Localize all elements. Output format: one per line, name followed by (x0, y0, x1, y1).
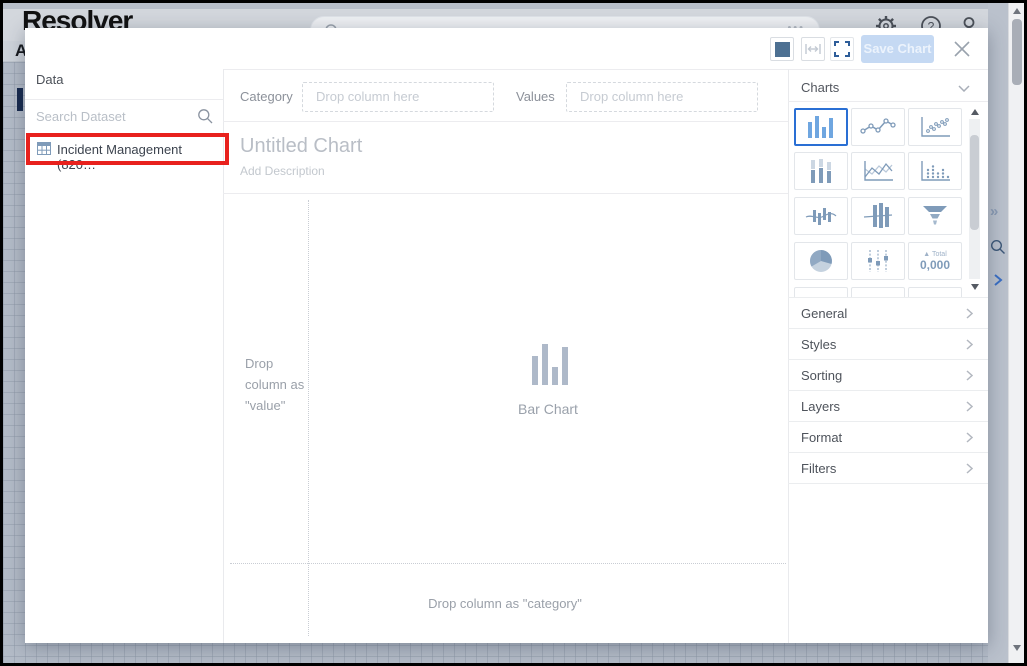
fit-width-button[interactable] (801, 37, 825, 61)
screenshot-frame: Resolver A ••• ? » Save Chart (0, 0, 1027, 666)
color-swatch-icon (774, 41, 790, 57)
page-scrollbar-thumb[interactable] (1012, 19, 1022, 85)
scroll-down-arrow[interactable] (1013, 645, 1021, 651)
section-sorting[interactable]: Sorting (788, 360, 988, 391)
tile-line-chart[interactable] (851, 108, 905, 146)
background-heading-fragment (17, 88, 23, 111)
panel-chevron-right-icon[interactable] (992, 273, 1004, 287)
section-general-label: General (801, 306, 848, 321)
tile-clipped-1[interactable] (794, 287, 848, 297)
expand-panel-icon[interactable]: » (990, 203, 998, 220)
dropzone-separator (223, 121, 788, 122)
kpi-value-label: 0,000 (919, 257, 951, 272)
tile-scatter-plot[interactable] (908, 108, 962, 146)
chevron-right-icon (966, 370, 973, 381)
values-drop-zone[interactable]: Drop column here (566, 82, 758, 112)
bar-chart-preview-label: Bar Chart (518, 401, 578, 417)
toolbar-separator (223, 69, 988, 70)
dataset-search-input[interactable]: Search Dataset (25, 104, 223, 130)
dot-column-icon (921, 161, 950, 181)
funnel-chart-icon (923, 206, 947, 225)
tile-bar-line-chart[interactable] (794, 197, 848, 235)
scatter-plot-icon (921, 117, 950, 137)
panel-search-icon[interactable] (990, 239, 1006, 255)
chevron-right-icon (966, 308, 973, 319)
chevron-right-icon (966, 463, 973, 474)
settings-accordion: General Styles Sorting Layers Format Fil… (788, 297, 988, 484)
category-label: Category (240, 89, 293, 104)
save-chart-button[interactable]: Save Chart (861, 35, 934, 63)
section-styles-label: Styles (801, 337, 837, 352)
value-drop-hint: Drop column as "value" (245, 356, 305, 413)
category-drop-hint: Drop column as "category" (428, 596, 582, 611)
page-scrollbar[interactable] (1008, 3, 1024, 663)
color-swatch-button[interactable] (770, 37, 794, 61)
tile-multi-line-chart[interactable] (851, 152, 905, 190)
multi-line-chart-icon (864, 161, 893, 181)
tile-column-line-chart[interactable] (851, 197, 905, 235)
tiles-scrollbar-thumb[interactable] (970, 135, 979, 230)
chart-title-input[interactable]: Untitled Chart (240, 135, 362, 158)
line-chart-icon (860, 118, 896, 134)
candlestick-icon (868, 250, 888, 272)
chart-tiles-grid: ▲ Total 0,000 (788, 101, 988, 297)
tile-dot-column-chart[interactable] (908, 152, 962, 190)
collapsed-side-panel: » (988, 3, 1008, 663)
scroll-up-arrow[interactable] (1013, 8, 1021, 14)
section-format-label: Format (801, 430, 843, 445)
category-drop-zone[interactable]: Drop column here (302, 82, 494, 112)
dataset-search-icon (198, 109, 213, 124)
section-general[interactable]: General (788, 298, 988, 329)
chevron-right-icon (966, 339, 973, 350)
tile-clipped-3[interactable] (908, 287, 962, 297)
tile-pie-chart[interactable] (794, 242, 848, 280)
tile-clipped-2[interactable] (851, 287, 905, 297)
column-line-chart-icon (863, 203, 893, 228)
section-layers-label: Layers (801, 399, 841, 414)
data-title-separator (25, 99, 223, 100)
pie-chart-icon (810, 250, 832, 272)
fit-width-icon (805, 44, 821, 54)
chart-description-input[interactable]: Add Description (240, 164, 325, 178)
background-page: Resolver A ••• ? » Save Chart (3, 3, 1024, 663)
data-panel-title: Data (36, 72, 64, 87)
tiles-scroll-down-arrow[interactable] (971, 284, 979, 290)
category-axis-dotted-line (230, 563, 786, 564)
bar-line-chart-icon (805, 208, 837, 225)
tile-bar-chart[interactable] (794, 108, 848, 146)
tile-candlestick-chart[interactable] (851, 242, 905, 280)
section-format[interactable]: Format (788, 422, 988, 453)
chart-builder-modal: Save Chart Data Search Dataset Incident … (25, 28, 988, 643)
tile-kpi-metric[interactable]: ▲ Total 0,000 (908, 242, 962, 280)
annotation-highlight-box (26, 133, 229, 165)
close-icon[interactable] (952, 39, 972, 59)
bar-chart-icon (808, 116, 833, 138)
value-axis-dotted-line (308, 200, 309, 636)
fullscreen-button[interactable] (830, 37, 854, 61)
section-filters-label: Filters (801, 461, 837, 476)
section-layers[interactable]: Layers (788, 391, 988, 422)
chevron-right-icon (966, 401, 973, 412)
section-styles[interactable]: Styles (788, 329, 988, 360)
fullscreen-icon (834, 41, 850, 57)
charts-panel-header[interactable]: Charts (801, 80, 839, 95)
tiles-scroll-up-arrow[interactable] (971, 109, 979, 115)
section-sorting-label: Sorting (801, 368, 843, 383)
values-label: Values (516, 89, 555, 104)
bar-chart-preview-icon (532, 344, 568, 385)
chevron-right-icon (966, 432, 973, 443)
stacked-column-icon (811, 159, 831, 183)
tile-funnel-chart[interactable] (908, 197, 962, 235)
title-separator (223, 193, 788, 194)
dataset-search-placeholder: Search Dataset (36, 109, 126, 124)
tile-stacked-column-chart[interactable] (794, 152, 848, 190)
chevron-down-icon[interactable] (958, 85, 970, 92)
kpi-trend-label: ▲ Total (923, 250, 947, 258)
section-filters[interactable]: Filters (788, 453, 988, 484)
